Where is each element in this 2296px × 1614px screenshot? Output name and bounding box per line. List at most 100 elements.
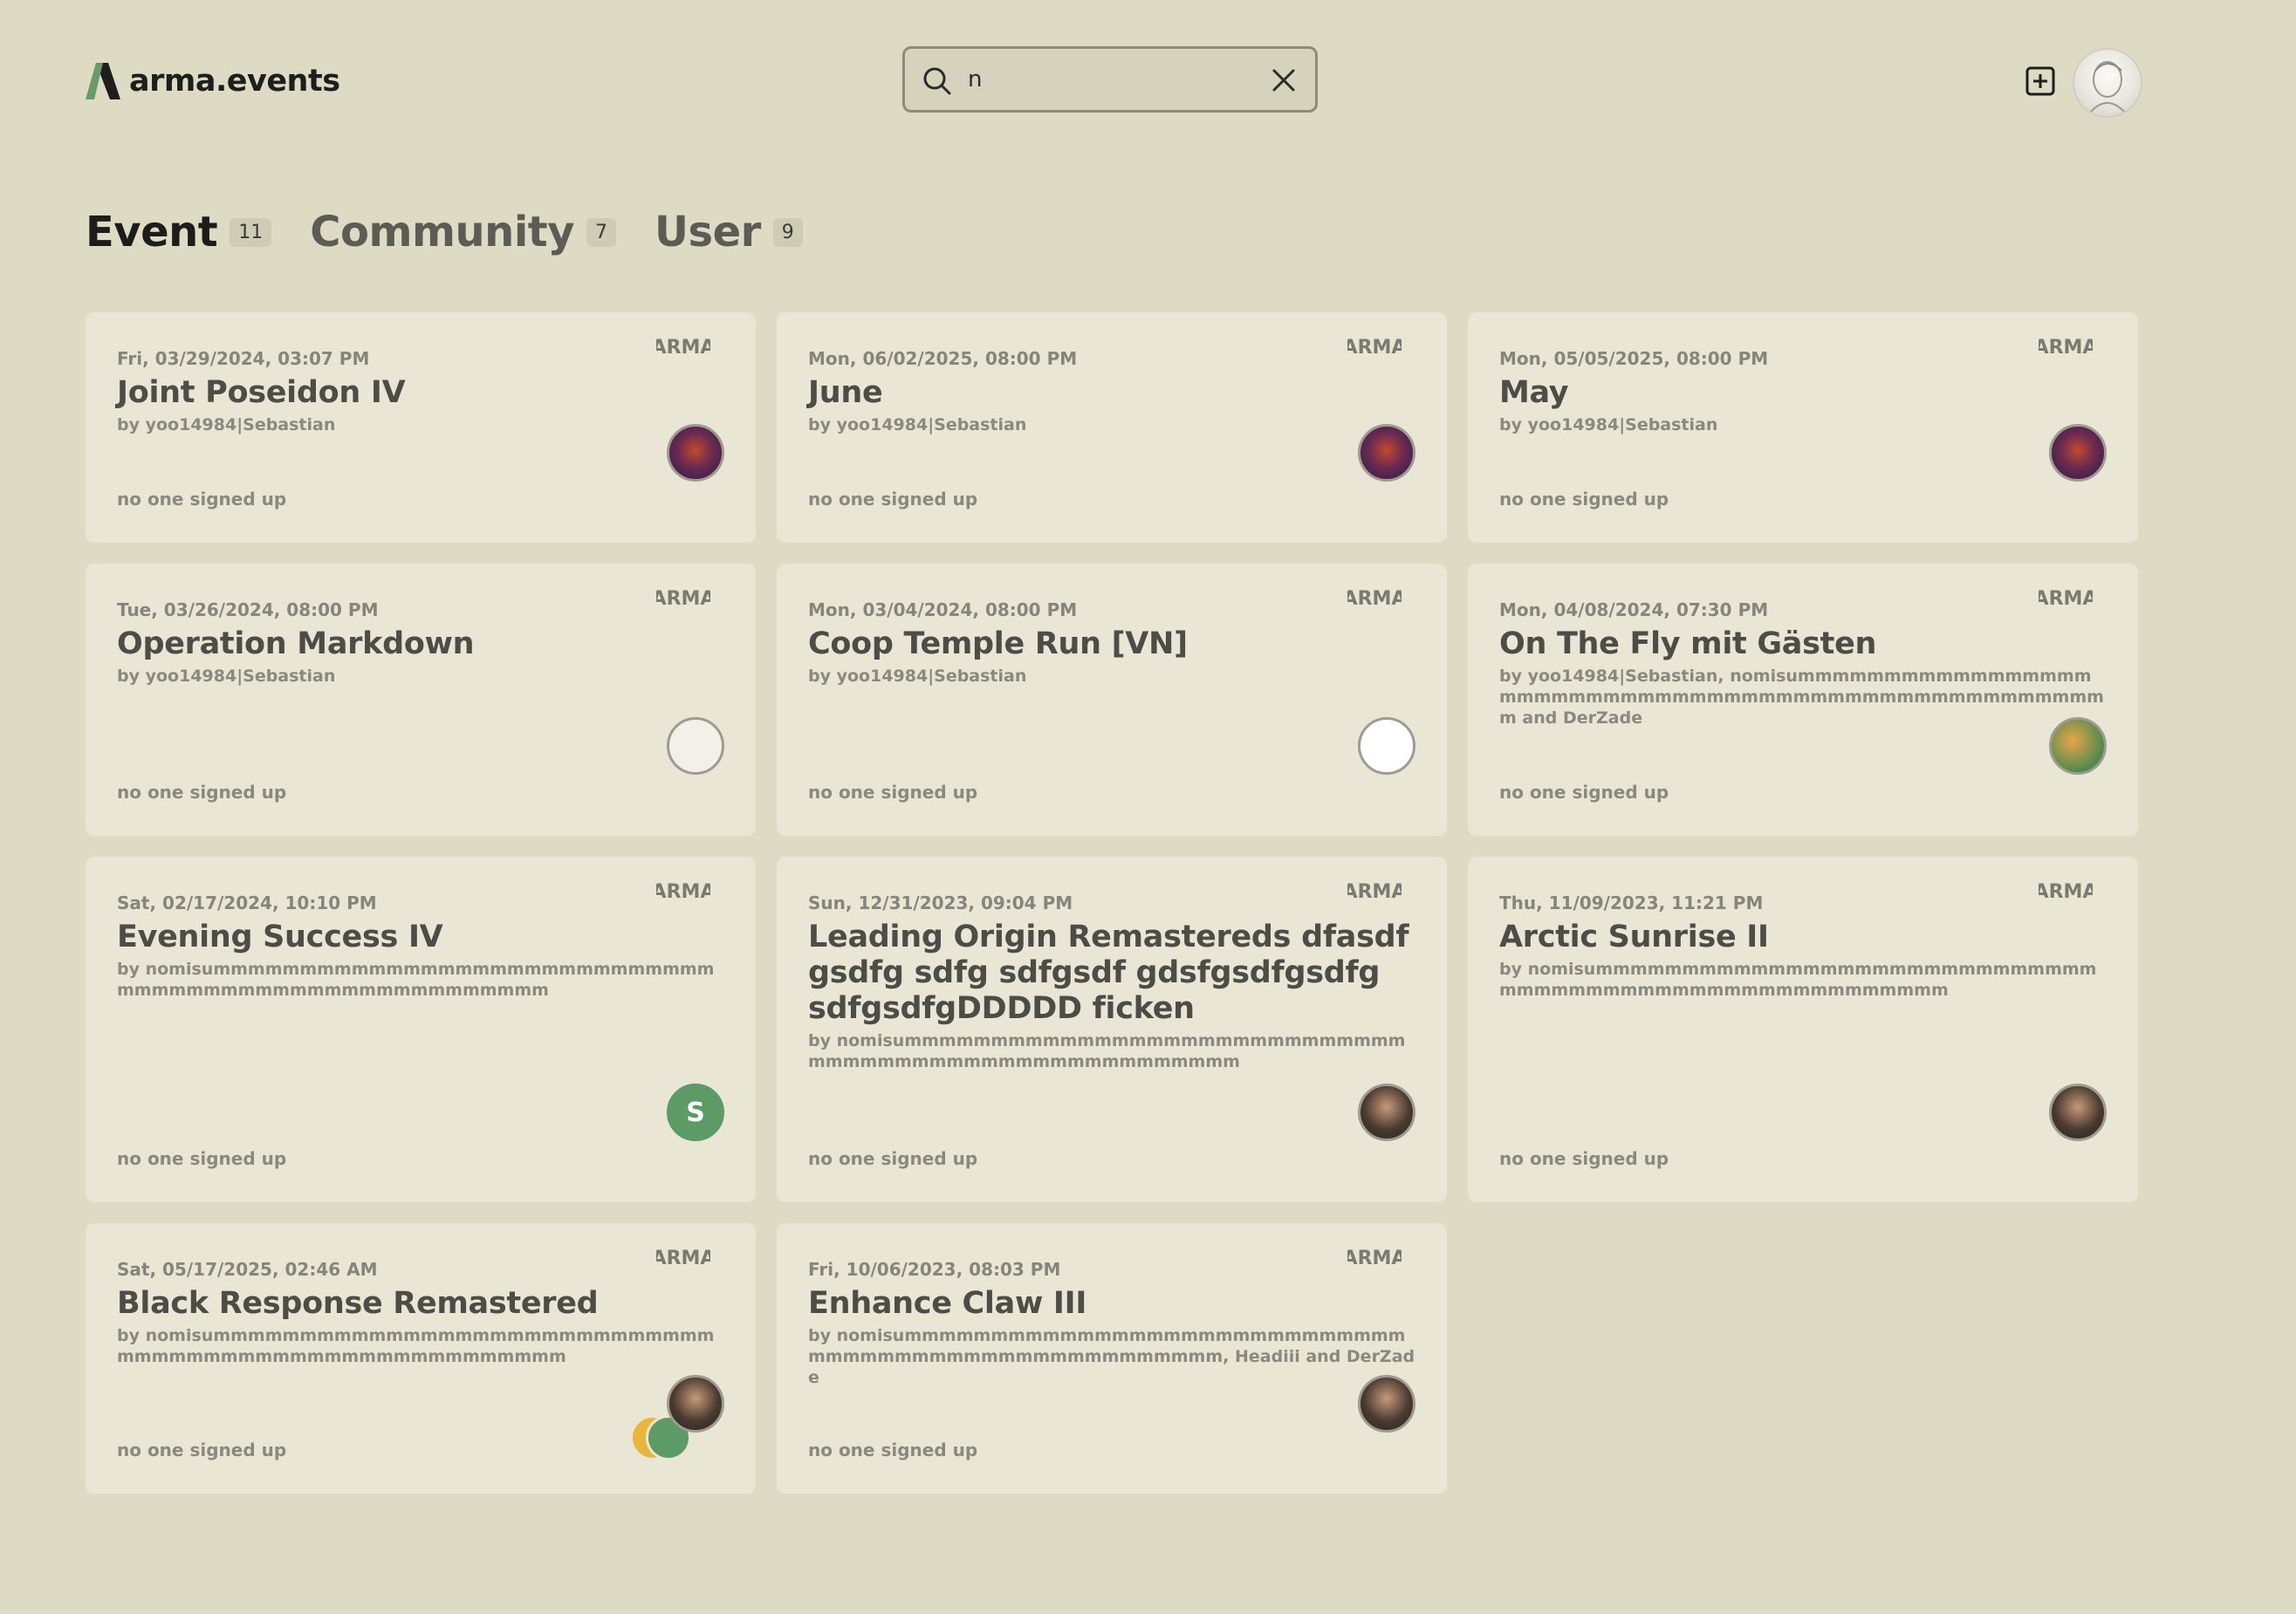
event-card[interactable]: ARMA Tue, 03/26/2024, 08:00 PM Operation… bbox=[86, 564, 756, 836]
svg-text:ARMA: ARMA bbox=[656, 337, 710, 358]
event-card[interactable]: ARMA Thu, 11/09/2023, 11:21 PM Arctic Su… bbox=[1468, 857, 2138, 1202]
event-card[interactable]: ARMA Sat, 05/17/2025, 02:46 AM Black Res… bbox=[86, 1223, 756, 1494]
event-card[interactable]: ARMA Mon, 04/08/2024, 07:30 PM On The Fl… bbox=[1468, 564, 2138, 836]
arma-game-icon: ARMA bbox=[2039, 337, 2093, 358]
event-organizers: by nomisummmmmmmmmmmmmmmmmmmmmmmmmmmmmmm… bbox=[117, 1326, 715, 1366]
tab-label: Event bbox=[86, 208, 218, 256]
signup-status: no one signed up bbox=[1499, 1148, 1669, 1169]
arma-game-icon: ARMA bbox=[2039, 881, 2093, 902]
event-card[interactable]: ARMA Fri, 10/06/2023, 08:03 PM Enhance C… bbox=[777, 1223, 1447, 1494]
svg-text:ARMA: ARMA bbox=[656, 1248, 710, 1269]
event-card[interactable]: ARMA Mon, 05/05/2025, 08:00 PM May by yo… bbox=[1468, 312, 2138, 543]
event-organizers: by yoo14984|Sebastian bbox=[117, 667, 336, 686]
signup-status: no one signed up bbox=[1499, 489, 1669, 510]
tab-count-badge: 7 bbox=[586, 217, 617, 247]
signup-status: no one signed up bbox=[117, 1440, 287, 1460]
user-avatar[interactable] bbox=[2073, 48, 2142, 118]
signup-status: no one signed up bbox=[808, 782, 978, 803]
event-organizers: by nomisummmmmmmmmmmmmmmmmmmmmmmmmmmmmmm… bbox=[808, 1031, 1406, 1071]
event-title[interactable]: Evening Success IV bbox=[117, 920, 724, 955]
svg-text:ARMA: ARMA bbox=[1347, 588, 1402, 609]
event-date: Fri, 10/06/2023, 08:03 PM bbox=[808, 1259, 1061, 1280]
event-date: Mon, 05/05/2025, 08:00 PM bbox=[1499, 348, 1769, 369]
search-tabs: Event 11 Community 7 User 9 bbox=[86, 208, 841, 256]
signup-status: no one signed up bbox=[1499, 782, 1669, 803]
event-organizers: by nomisummmmmmmmmmmmmmmmmmmmmmmmmmmmmmm… bbox=[117, 960, 715, 1000]
community-avatar[interactable] bbox=[667, 424, 724, 482]
arma-game-icon: ARMA bbox=[656, 588, 710, 609]
community-avatar[interactable] bbox=[667, 1375, 724, 1433]
tab-count-badge: 11 bbox=[230, 217, 272, 247]
tab-label: Community bbox=[310, 208, 575, 256]
tab-user[interactable]: User 9 bbox=[655, 208, 803, 256]
event-organizers: by yoo14984|Sebastian bbox=[117, 415, 336, 434]
event-date: Sun, 12/31/2023, 09:04 PM bbox=[808, 892, 1073, 913]
signup-status: no one signed up bbox=[117, 489, 287, 510]
community-avatar[interactable] bbox=[2049, 717, 2107, 775]
event-organizers: by nomisummmmmmmmmmmmmmmmmmmmmmmmmmmmmmm… bbox=[808, 1326, 1415, 1387]
event-date: Tue, 03/26/2024, 08:00 PM bbox=[117, 599, 379, 620]
close-icon[interactable] bbox=[1270, 66, 1298, 94]
event-card[interactable]: ARMA Mon, 06/02/2025, 08:00 PM June by y… bbox=[777, 312, 1447, 543]
event-title[interactable]: Joint Poseidon IV bbox=[117, 375, 724, 411]
signup-status: no one signed up bbox=[808, 1148, 978, 1169]
signup-status: no one signed up bbox=[808, 1440, 978, 1460]
event-title[interactable]: June bbox=[808, 375, 1415, 411]
signup-status: no one signed up bbox=[117, 1148, 287, 1169]
event-organizers: by yoo14984|Sebastian, nomisummmmmmmmmmm… bbox=[1499, 667, 2104, 728]
event-title[interactable]: Leading Origin Remastereds dfasdf gsdfg … bbox=[808, 920, 1415, 1027]
app-name: arma.events bbox=[129, 64, 340, 99]
logo-icon bbox=[86, 63, 120, 99]
event-title[interactable]: Coop Temple Run [VN] bbox=[808, 626, 1415, 662]
event-card[interactable]: ARMA Sun, 12/31/2023, 09:04 PM Leading O… bbox=[777, 857, 1447, 1202]
arma-game-icon: ARMA bbox=[1347, 588, 1402, 609]
event-organizers: by yoo14984|Sebastian bbox=[808, 415, 1027, 434]
avatar-sketch bbox=[2089, 61, 2126, 113]
event-title[interactable]: Black Response Remastered bbox=[117, 1286, 724, 1322]
community-avatar[interactable] bbox=[1358, 424, 1415, 482]
event-card[interactable]: ARMA Mon, 03/04/2024, 08:00 PM Coop Temp… bbox=[777, 564, 1447, 836]
event-date: Mon, 06/02/2025, 08:00 PM bbox=[808, 348, 1078, 369]
community-avatar[interactable] bbox=[2049, 424, 2107, 482]
arma-game-icon: ARMA bbox=[1347, 1248, 1402, 1269]
event-title[interactable]: On The Fly mit Gästen bbox=[1499, 626, 2107, 662]
community-avatar[interactable]: S bbox=[667, 1084, 724, 1141]
tab-count-badge: 9 bbox=[772, 217, 803, 247]
event-title[interactable]: May bbox=[1499, 375, 2107, 411]
svg-text:ARMA: ARMA bbox=[2039, 337, 2093, 358]
community-avatar[interactable] bbox=[2049, 1084, 2107, 1141]
community-avatar[interactable] bbox=[1358, 717, 1415, 775]
arma-game-icon: ARMA bbox=[656, 1248, 710, 1269]
svg-text:ARMA: ARMA bbox=[656, 881, 710, 902]
event-organizers: by yoo14984|Sebastian bbox=[1499, 415, 1718, 434]
signup-status: no one signed up bbox=[117, 782, 287, 803]
search-box[interactable] bbox=[902, 46, 1318, 113]
event-date: Thu, 11/09/2023, 11:21 PM bbox=[1499, 892, 1764, 913]
signup-status: no one signed up bbox=[808, 489, 978, 510]
event-title[interactable]: Arctic Sunrise II bbox=[1499, 920, 2107, 955]
event-title[interactable]: Enhance Claw III bbox=[808, 1286, 1415, 1322]
arma-game-icon: ARMA bbox=[2039, 588, 2093, 609]
app-logo[interactable]: arma.events bbox=[86, 61, 340, 101]
arma-game-icon: ARMA bbox=[1347, 337, 1402, 358]
arma-game-icon: ARMA bbox=[656, 881, 710, 902]
event-organizers: by nomisummmmmmmmmmmmmmmmmmmmmmmmmmmmmmm… bbox=[1499, 960, 2097, 1000]
event-organizers: by yoo14984|Sebastian bbox=[808, 667, 1027, 686]
tab-event[interactable]: Event 11 bbox=[86, 208, 272, 256]
event-card[interactable]: ARMA Fri, 03/29/2024, 03:07 PM Joint Pos… bbox=[86, 312, 756, 543]
event-date: Sat, 05/17/2025, 02:46 AM bbox=[117, 1259, 378, 1280]
community-avatar[interactable] bbox=[1358, 1084, 1415, 1141]
svg-text:ARMA: ARMA bbox=[2039, 588, 2093, 609]
event-title[interactable]: Operation Markdown bbox=[117, 626, 724, 662]
event-card[interactable]: ARMA Sat, 02/17/2024, 10:10 PM Evening S… bbox=[86, 857, 756, 1202]
svg-text:ARMA: ARMA bbox=[656, 588, 710, 609]
event-date: Mon, 03/04/2024, 08:00 PM bbox=[808, 599, 1078, 620]
event-date: Fri, 03/29/2024, 03:07 PM bbox=[117, 348, 370, 369]
community-avatar[interactable] bbox=[1358, 1375, 1415, 1433]
add-event-button[interactable] bbox=[2025, 65, 2056, 97]
search-input[interactable] bbox=[968, 61, 1256, 98]
event-date: Sat, 02/17/2024, 10:10 PM bbox=[117, 892, 377, 913]
community-avatar[interactable] bbox=[667, 717, 724, 775]
tab-community[interactable]: Community 7 bbox=[310, 208, 617, 256]
tab-label: User bbox=[655, 208, 761, 256]
